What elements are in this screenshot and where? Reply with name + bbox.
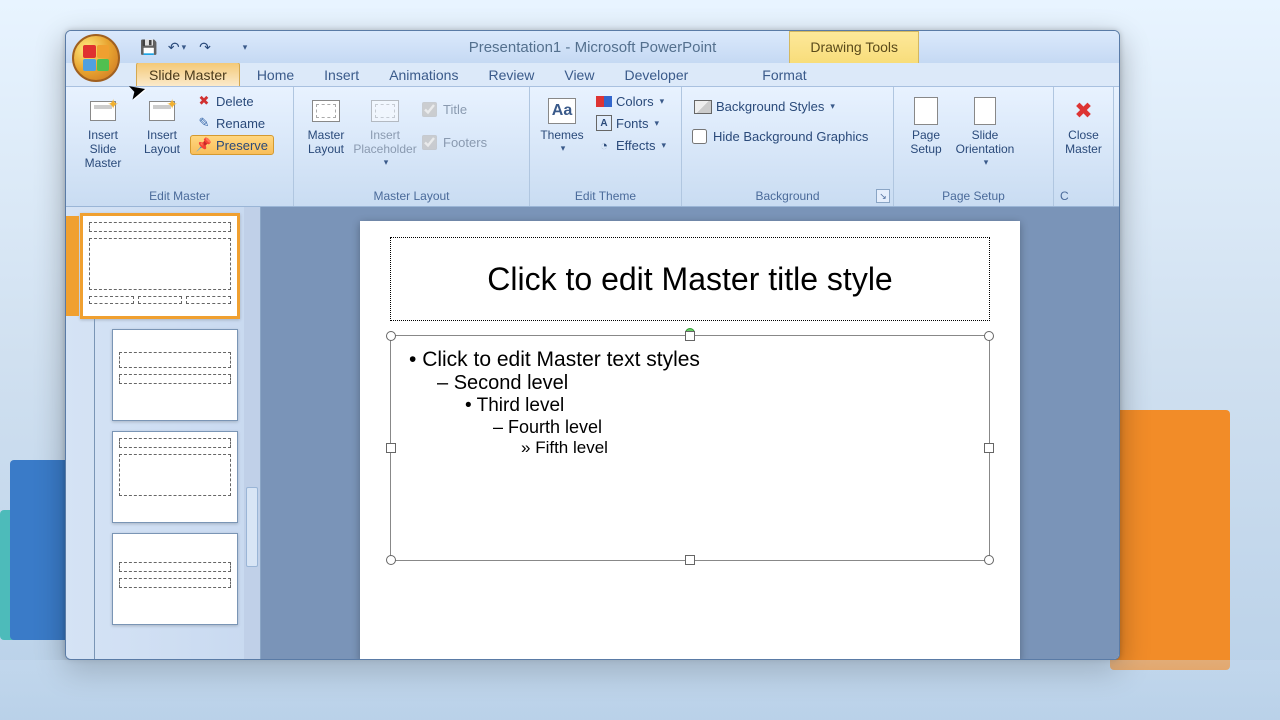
close-master-button[interactable]: ✖ Close Master	[1060, 91, 1107, 161]
layout-thumbnail[interactable]	[112, 329, 238, 421]
preserve-button[interactable]: 📌Preserve	[190, 135, 274, 155]
tab-view[interactable]: View	[551, 62, 607, 86]
group-edit-theme: Aa Themes▾ Colors▾ AFonts▾ ◔Effects▾ Edi…	[530, 87, 682, 206]
rename-button[interactable]: ✎Rename	[190, 113, 274, 133]
customize-qat-icon[interactable]: ▾	[233, 36, 255, 58]
group-close: ✖ Close Master C	[1054, 87, 1114, 206]
layout-thumbnail[interactable]	[112, 431, 238, 523]
tab-home[interactable]: Home	[244, 62, 307, 86]
save-icon[interactable]: 💾	[138, 36, 160, 58]
page-setup-button[interactable]: Page Setup	[900, 91, 952, 161]
slide-orientation-button[interactable]: Slide Orientation▾	[954, 91, 1016, 171]
master-layout-button[interactable]: Master Layout	[300, 91, 352, 161]
master-layout-label: Master Layout	[302, 129, 350, 157]
themes-button[interactable]: Aa Themes▾	[536, 91, 588, 157]
delete-button[interactable]: ✖Delete	[190, 91, 274, 111]
title-checkbox[interactable]: Title	[418, 99, 491, 120]
body-placeholder[interactable]: Click to edit Master text styles Second …	[390, 335, 990, 561]
hide-background-checkbox[interactable]: Hide Background Graphics	[688, 126, 872, 147]
title-placeholder-text: Click to edit Master title style	[487, 261, 892, 298]
tab-insert[interactable]: Insert	[311, 62, 372, 86]
background-dialog-launcher[interactable]: ↘	[876, 189, 890, 203]
tab-animations[interactable]: Animations	[376, 62, 471, 86]
effects-icon: ◔	[596, 137, 612, 153]
tab-slide-master[interactable]: Slide Master	[136, 62, 240, 86]
background-styles-icon	[694, 100, 712, 114]
tab-review[interactable]: Review	[475, 62, 547, 86]
group-page-setup-label: Page Setup	[900, 188, 1047, 204]
title-placeholder[interactable]: Click to edit Master title style	[390, 237, 990, 321]
powerpoint-window: 💾 ↶▾ ↷ ▾ Presentation1 - Microsoft Power…	[65, 30, 1120, 660]
colors-icon	[596, 93, 612, 109]
group-master-layout: Master Layout Insert Placeholder▾ Title …	[294, 87, 530, 206]
slide-master-thumbnail[interactable]	[80, 213, 240, 319]
slide-orientation-label: Slide Orientation	[956, 129, 1015, 157]
layout-thumbnail[interactable]	[112, 533, 238, 625]
group-edit-master: ✦ Insert Slide Master ✦ Insert Layout ✖D…	[66, 87, 294, 206]
footers-checkbox[interactable]: Footers	[418, 132, 491, 153]
ribbon-tabs: Slide Master Home Insert Animations Revi…	[66, 63, 1119, 87]
body-placeholder-text: Click to edit Master text styles Second …	[391, 336, 989, 470]
tab-developer[interactable]: Developer	[611, 62, 701, 86]
insert-placeholder-label: Insert Placeholder	[353, 129, 416, 157]
effects-button[interactable]: ◔Effects▾	[590, 135, 672, 155]
themes-label: Themes	[540, 129, 583, 143]
group-edit-theme-label: Edit Theme	[536, 188, 675, 204]
fonts-icon: A	[596, 115, 612, 131]
thumbnail-scrollbar[interactable]	[244, 207, 260, 659]
insert-layout-label: Insert Layout	[138, 129, 186, 157]
page-setup-label: Page Setup	[902, 129, 950, 157]
slide-thumbnail-panel	[66, 207, 261, 659]
title-bar: 💾 ↶▾ ↷ ▾ Presentation1 - Microsoft Power…	[66, 31, 1119, 63]
group-page-setup: Page Setup Slide Orientation▾ Page Setup	[894, 87, 1054, 206]
group-master-layout-label: Master Layout	[300, 188, 523, 204]
redo-icon[interactable]: ↷	[194, 36, 216, 58]
content-area: Click to edit Master title style Click t…	[66, 207, 1119, 659]
group-background-label: Background	[688, 188, 887, 204]
colors-button[interactable]: Colors▾	[590, 91, 672, 111]
slide-edit-area: Click to edit Master title style Click t…	[261, 207, 1119, 659]
ribbon: ✦ Insert Slide Master ✦ Insert Layout ✖D…	[66, 87, 1119, 207]
contextual-tab-header: Drawing Tools	[789, 31, 919, 63]
insert-placeholder-button[interactable]: Insert Placeholder▾	[354, 91, 416, 171]
group-background: Background Styles▾ Hide Background Graph…	[682, 87, 894, 206]
group-edit-master-label: Edit Master	[72, 188, 287, 204]
insert-slide-master-label: Insert Slide Master	[74, 129, 132, 170]
quick-access-toolbar: 💾 ↶▾ ↷ ▾	[128, 34, 265, 60]
background-styles-button[interactable]: Background Styles▾	[688, 97, 841, 116]
tab-format[interactable]: Format	[749, 62, 819, 86]
undo-icon[interactable]: ↶▾	[166, 36, 188, 58]
slide-master-canvas[interactable]: Click to edit Master title style Click t…	[360, 221, 1020, 660]
office-button[interactable]	[72, 34, 120, 82]
fonts-button[interactable]: AFonts▾	[590, 113, 672, 133]
insert-slide-master-button[interactable]: ✦ Insert Slide Master	[72, 91, 134, 174]
